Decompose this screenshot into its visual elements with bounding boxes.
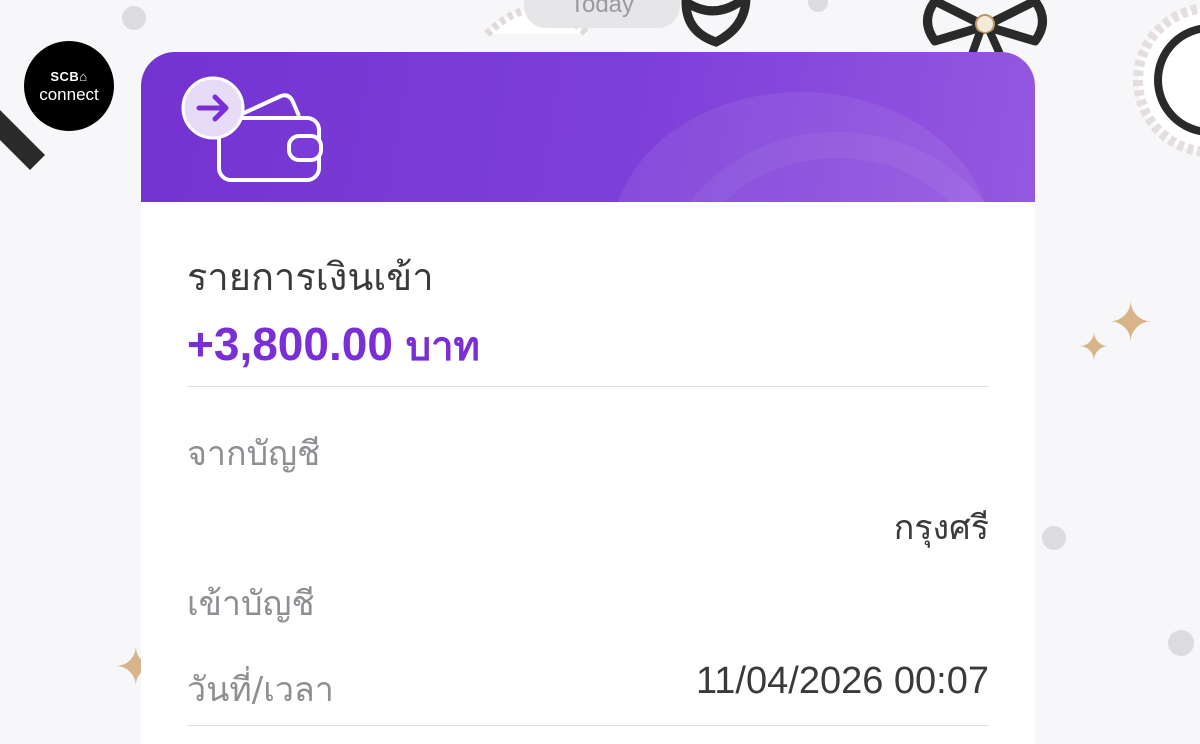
date-separator-pill: Today	[524, 0, 680, 28]
card-header-banner	[141, 52, 1035, 202]
transaction-amount: +3,800.00 บาท	[187, 314, 480, 378]
background-dot	[122, 6, 146, 30]
date-separator-label: Today	[569, 0, 635, 18]
from-account-label: จากบัญชี	[187, 434, 321, 474]
divider	[187, 386, 989, 387]
sparkle-decoration: ✦	[1078, 325, 1110, 369]
transaction-title: รายการเงินเข้า	[187, 255, 434, 299]
datetime-label: วันที่/เวลา	[187, 670, 334, 710]
divider	[187, 725, 989, 726]
avatar-logo-line1: SCB⌂	[50, 68, 88, 84]
amount-currency: บาท	[405, 324, 480, 370]
to-account-label: เข้าบัญชี	[187, 584, 315, 624]
lace-decoration	[1133, 3, 1200, 157]
background-dot	[1168, 630, 1194, 656]
wallet-arrow-in-icon	[181, 76, 323, 182]
amount-value: +3,800.00	[187, 318, 393, 370]
transaction-message-card[interactable]: รายการเงินเข้า +3,800.00 บาท จากบัญชี กร…	[141, 52, 1035, 744]
datetime-value: 11/04/2026 00:07	[695, 660, 989, 702]
bow-decoration	[681, 0, 751, 47]
sender-avatar[interactable]: SCB⌂ connect	[24, 41, 114, 131]
sparkle-decoration: ✦	[1108, 291, 1154, 354]
from-account-value: กรุงศรี	[893, 508, 989, 548]
avatar-logo-line2: connect	[39, 84, 99, 104]
background-dot	[1042, 526, 1066, 550]
chat-screen: ✦ ✦ ✦ Today SCB⌂ connect รายการเงินเข้า …	[0, 0, 1200, 744]
background-dot	[808, 0, 828, 12]
